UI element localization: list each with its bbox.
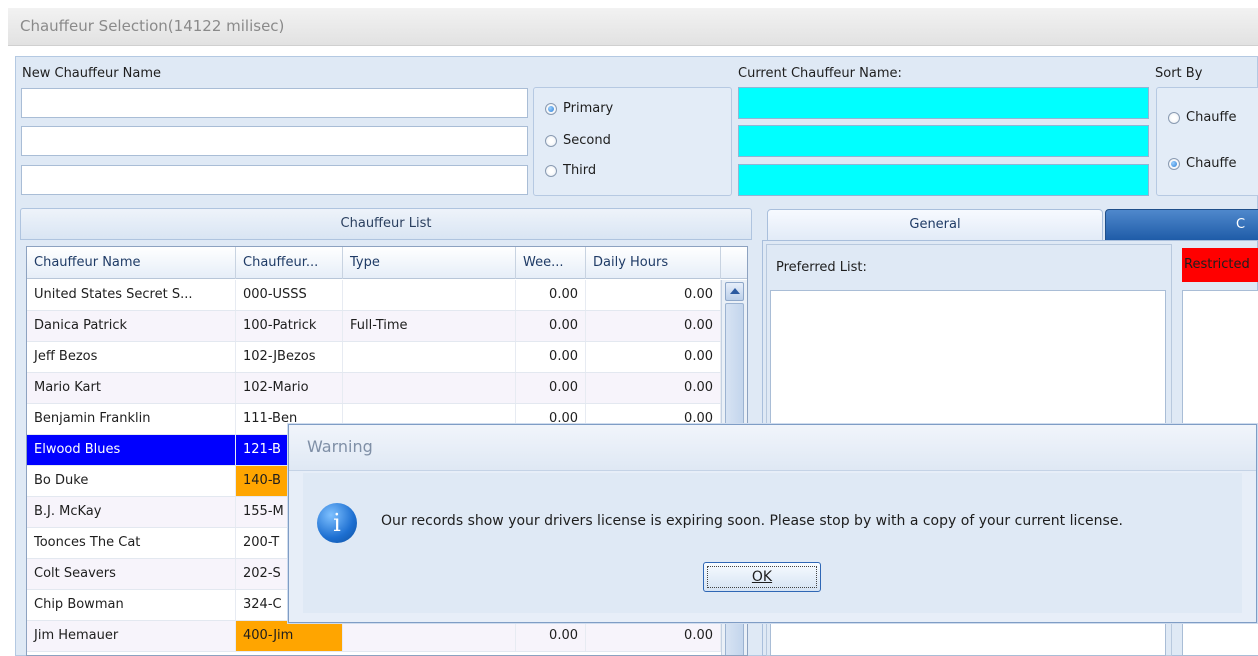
new-name-field-1[interactable] [21,88,528,118]
current-name-field-1 [738,87,1149,119]
table-row[interactable]: United States Secret S... 000-USSS 0.00 0.0… [27,280,721,311]
third-radio-indicator [545,164,557,177]
cell-name: Benjamin Franklin [27,404,236,434]
current-name-field-2 [738,125,1149,157]
window-title: Chauffeur Selection(14122 milisec) [20,17,285,35]
chauffeur-list-header: Chauffeur List [20,208,752,240]
table-row[interactable]: Danica Patrick 100-Patrick Full-Time 0.00 0.… [27,311,721,342]
cell-type [343,280,516,310]
cell-week: 0.00 [516,621,586,651]
cell-name: Jim Hemauer [27,621,236,651]
table-row[interactable]: Jim Hemauer 400-Jim 0.00 0.00 [27,621,721,652]
title-bar: Chauffeur Selection(14122 milisec) [8,8,1258,46]
cell-code: 400-Jim [236,621,343,651]
primary-radio[interactable]: Primary [545,101,613,116]
second-radio[interactable]: Second [545,133,611,148]
cell-code: 102-Mario [236,373,343,403]
warning-dialog: Warning i Our records show your drivers … [288,424,1257,623]
cell-daily: 0.00 [586,280,721,310]
table-row[interactable]: Mario Kart 102-Mario 0.00 0.00 [27,373,721,404]
sort-by-label: Sort By [1155,66,1203,81]
dialog-message: Our records show your drivers license is… [381,513,1123,529]
cell-name: B.J. McKay [27,497,236,527]
ok-button[interactable]: OK [703,562,821,592]
primary-radio-label: Primary [563,101,614,116]
sort-option-2-radio[interactable]: Chauffe [1168,156,1236,171]
cell-name: Elwood Blues [27,435,236,465]
cell-name: Jeff Bezos [27,342,236,372]
column-header-weekly[interactable]: Wee... [516,247,586,279]
third-radio-label: Third [563,163,597,178]
cell-name: Toonces The Cat [27,528,236,558]
second-radio-label: Second [563,133,611,148]
cell-type: Full-Time [343,311,516,341]
cell-code: 102-JBezos [236,342,343,372]
sort-option-1-label: Chauffe [1186,110,1237,125]
tab-general[interactable]: General [767,209,1103,241]
preferred-list-label: Preferred List: [776,260,867,275]
primary-radio-indicator [545,102,557,115]
sort-option-1-radio[interactable]: Chauffe [1168,110,1236,125]
sort-option-1-indicator [1168,111,1180,124]
dialog-title: Warning [307,437,373,456]
new-chauffeur-name-label: New Chauffeur Name [22,66,162,81]
cell-name: Mario Kart [27,373,236,403]
cell-code: 000-USSS [236,280,343,310]
cell-code: 100-Patrick [236,311,343,341]
cell-type [343,621,516,651]
cell-week: 0.00 [516,280,586,310]
ok-button-label: OK [751,569,773,585]
column-header-code[interactable]: Chauffeur... [236,247,343,279]
cell-name: Chip Bowman [27,590,236,620]
new-name-field-3[interactable] [21,165,528,195]
cell-daily: 0.00 [586,311,721,341]
dialog-body: i Our records show your drivers license … [303,473,1242,613]
cell-name: United States Secret S... [27,280,236,310]
cell-name: Colt Seavers [27,559,236,589]
new-name-field-2[interactable] [21,126,528,156]
sort-option-2-label: Chauffe [1186,156,1237,171]
cell-week: 0.00 [516,373,586,403]
column-header-name[interactable]: Chauffeur Name [27,247,236,279]
cell-daily: 0.00 [586,342,721,372]
table-row[interactable]: Jeff Bezos 102-JBezos 0.00 0.00 [27,342,721,373]
third-radio[interactable]: Third [545,163,596,178]
info-icon: i [317,503,357,543]
current-name-field-3 [738,164,1149,196]
current-chauffeur-name-label: Current Chauffeur Name: [738,66,902,81]
grid-header: Chauffeur Name Chauffeur... Type Wee... … [27,247,747,279]
sort-group [1156,87,1258,196]
cell-type [343,342,516,372]
cell-week: 0.00 [516,342,586,372]
dialog-title-bar: Warning [289,425,1256,471]
column-header-daily-hours[interactable]: Daily Hours [586,247,721,279]
cell-week: 0.00 [516,311,586,341]
restricted-list-label: Restricted [1182,248,1258,282]
cell-type [343,373,516,403]
second-radio-indicator [545,134,557,147]
cell-name: Danica Patrick [27,311,236,341]
cell-daily: 0.00 [586,621,721,651]
tab-other[interactable]: C [1105,209,1258,241]
cell-name: Bo Duke [27,466,236,496]
cell-daily: 0.00 [586,373,721,403]
column-header-type[interactable]: Type [343,247,516,279]
sort-option-2-indicator [1168,157,1180,170]
scroll-up-arrow-icon[interactable] [725,282,744,301]
